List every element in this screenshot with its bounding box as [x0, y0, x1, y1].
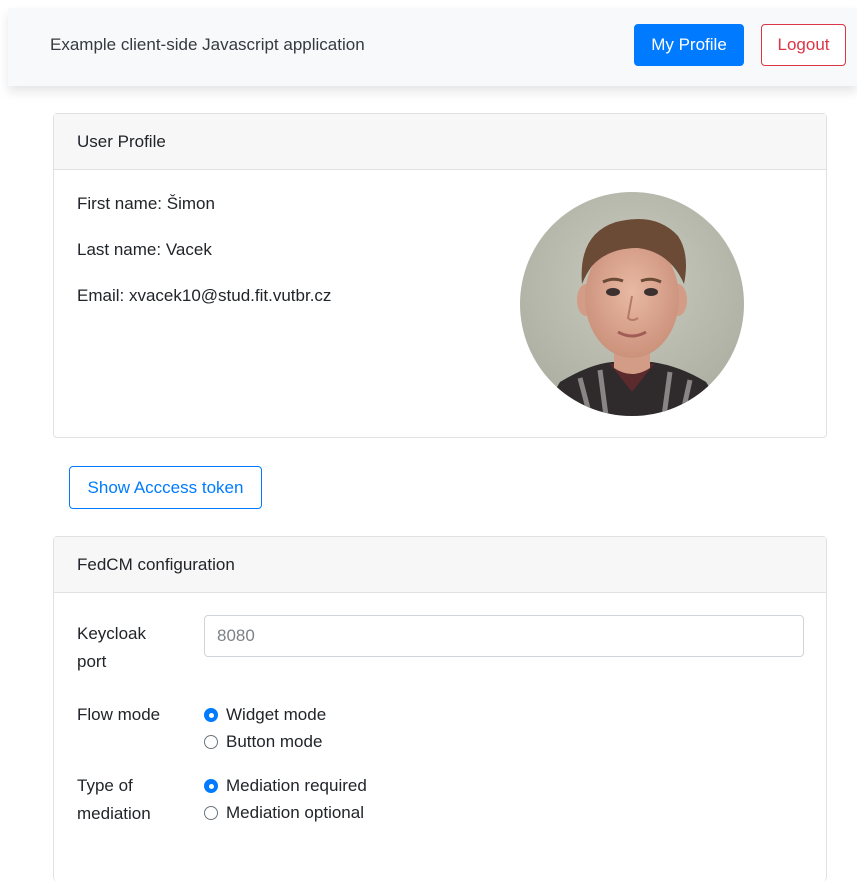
profile-photo-icon: [520, 192, 744, 416]
user-profile-header: User Profile: [54, 114, 826, 170]
mediation-type-label-line1: Type of: [77, 776, 133, 795]
keycloak-port-label-line2: port: [77, 652, 107, 671]
mediation-type-label-line2: mediation: [77, 804, 151, 823]
show-access-token-button[interactable]: Show Acccess token: [69, 466, 262, 509]
button-mode-label: Button mode: [226, 732, 323, 751]
fedcm-configuration-card: FedCM configuration Keycloak port Flow m…: [53, 536, 827, 881]
avatar: [520, 192, 744, 416]
navbar: Example client-side Javascript applicati…: [8, 8, 857, 86]
last-name-text: Last name: Vacek: [77, 240, 212, 259]
mediation-required-radio[interactable]: [204, 779, 218, 793]
user-profile-card: User Profile First name: Šimon Last name…: [53, 113, 827, 438]
button-mode-radio[interactable]: [204, 735, 218, 749]
keycloak-port-label-line1: Keycloak: [77, 624, 146, 643]
keycloak-port-input[interactable]: [204, 615, 804, 657]
mediation-type-label: Type of mediation: [77, 772, 151, 828]
first-name-text: First name: Šimon: [77, 194, 215, 213]
button-mode-option[interactable]: Button mode: [204, 731, 322, 753]
mediation-optional-label: Mediation optional: [226, 803, 364, 822]
mediation-optional-radio[interactable]: [204, 806, 218, 820]
fedcm-configuration-header: FedCM configuration: [54, 537, 826, 593]
my-profile-button[interactable]: My Profile: [634, 24, 744, 66]
mediation-required-label: Mediation required: [226, 776, 367, 795]
mediation-optional-option[interactable]: Mediation optional: [204, 802, 364, 824]
widget-mode-radio[interactable]: [204, 708, 218, 722]
keycloak-port-label: Keycloak port: [77, 620, 146, 676]
logout-button[interactable]: Logout: [761, 24, 846, 66]
flow-mode-label: Flow mode: [77, 705, 161, 724]
app-title: Example client-side Javascript applicati…: [50, 35, 365, 54]
mediation-required-option[interactable]: Mediation required: [204, 775, 367, 797]
widget-mode-option[interactable]: Widget mode: [204, 704, 326, 726]
widget-mode-label: Widget mode: [226, 705, 327, 724]
email-text: Email: xvacek10@stud.fit.vutbr.cz: [77, 286, 332, 305]
